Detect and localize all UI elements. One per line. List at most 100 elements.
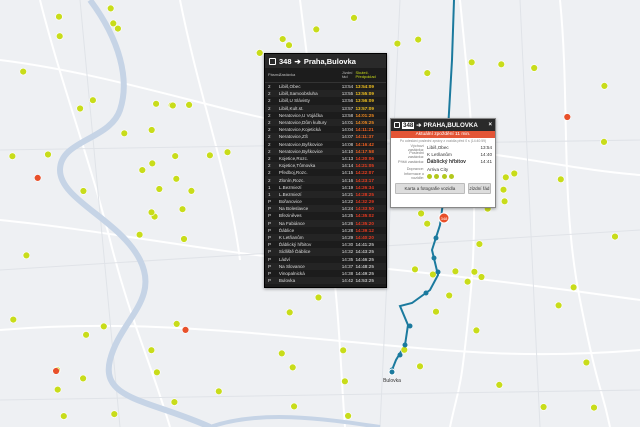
vehicle-marker[interactable] xyxy=(44,150,52,159)
vehicle-marker[interactable] xyxy=(223,148,232,156)
vehicle-marker[interactable] xyxy=(278,349,286,358)
vehicle-marker[interactable] xyxy=(8,152,17,160)
vehicle-marker[interactable] xyxy=(423,69,431,77)
vehicle-marker[interactable] xyxy=(539,403,548,411)
vehicle-marker[interactable] xyxy=(582,358,591,367)
vehicle-marker[interactable] xyxy=(148,159,157,168)
vehicle-marker[interactable] xyxy=(206,151,214,160)
vehicle-marker[interactable] xyxy=(411,265,419,273)
vehicle-marker[interactable] xyxy=(530,64,538,72)
vehicle-marker[interactable] xyxy=(152,100,160,108)
vehicle-marker[interactable] xyxy=(82,331,90,339)
vehicle-marker[interactable] xyxy=(500,197,509,206)
vehicle-marker[interactable] xyxy=(314,293,323,302)
vehicle-marker[interactable] xyxy=(169,101,177,110)
vehicle-marker[interactable] xyxy=(60,412,68,420)
vehicle-marker[interactable] xyxy=(563,113,571,121)
vehicle-marker[interactable] xyxy=(138,166,147,174)
vehicle-marker[interactable] xyxy=(350,14,358,22)
timetable-header: 348 ➔ Praha,Bulovka xyxy=(265,54,386,68)
vehicle-marker[interactable] xyxy=(502,173,510,182)
vehicle-marker[interactable] xyxy=(416,362,424,370)
vehicle-marker[interactable] xyxy=(79,187,88,195)
vehicle-marker[interactable] xyxy=(286,308,294,317)
vehicle-marker[interactable] xyxy=(445,291,453,300)
vehicle-marker[interactable] xyxy=(172,175,181,183)
close-icon[interactable]: × xyxy=(488,122,492,128)
vehicle-marker[interactable] xyxy=(557,175,565,184)
vehicle-marker[interactable] xyxy=(463,278,472,286)
vehicle-marker[interactable] xyxy=(153,368,161,376)
vehicle-marker[interactable] xyxy=(178,205,187,213)
row-actual: 14:26:34 xyxy=(355,184,374,190)
vehicle-marker[interactable] xyxy=(290,402,298,411)
vehicle-marker[interactable] xyxy=(215,387,223,395)
vehicle-marker[interactable] xyxy=(600,82,609,90)
vehicle-marker[interactable] xyxy=(33,174,42,182)
vehicle-marker[interactable] xyxy=(19,67,27,76)
vehicle-marker[interactable] xyxy=(470,268,479,276)
vehicle-marker[interactable] xyxy=(417,209,425,218)
vehicle-marker[interactable] xyxy=(180,235,188,243)
vehicle-marker[interactable] xyxy=(106,4,115,13)
vehicle-marker[interactable] xyxy=(497,60,505,69)
vehicle-marker[interactable] xyxy=(429,270,437,279)
vehicle-marker[interactable] xyxy=(451,267,460,275)
vehicle-marker[interactable] xyxy=(414,35,422,44)
vehicle-marker[interactable] xyxy=(341,377,349,385)
vehicle-marker[interactable] xyxy=(109,19,118,28)
vehicle-marker[interactable] xyxy=(569,283,578,291)
vehicle-marker[interactable] xyxy=(110,410,119,418)
vehicle-marker[interactable] xyxy=(181,326,190,334)
vehicle-marker[interactable] xyxy=(53,385,62,394)
vehicle-marker[interactable] xyxy=(554,301,563,310)
vehicle-marker[interactable] xyxy=(170,398,179,406)
vehicle-marker[interactable] xyxy=(55,32,64,40)
vehicle-marker[interactable] xyxy=(55,13,63,21)
vehicle-marker[interactable] xyxy=(76,104,84,113)
vehicle-marker[interactable] xyxy=(171,152,179,160)
vehicle-marker[interactable] xyxy=(600,138,608,146)
vehicle-marker[interactable] xyxy=(499,186,508,194)
vehicle-marker[interactable] xyxy=(173,320,181,328)
vehicle-photo-button[interactable]: Karta a fotografie vozidla xyxy=(395,182,465,194)
vehicle-marker[interactable] xyxy=(495,381,503,389)
current-vehicle-marker[interactable]: 348 xyxy=(438,212,450,224)
vehicle-marker[interactable] xyxy=(148,126,156,134)
vehicle-marker[interactable] xyxy=(279,35,287,43)
vehicle-marker[interactable] xyxy=(510,169,518,178)
vehicle-marker[interactable] xyxy=(256,49,264,57)
vehicle-marker[interactable] xyxy=(120,129,129,138)
vehicle-marker[interactable] xyxy=(611,232,619,241)
vehicle-marker[interactable] xyxy=(472,326,481,335)
vehicle-marker[interactable] xyxy=(147,346,156,354)
vehicle-marker[interactable] xyxy=(432,308,440,316)
vehicle-marker[interactable] xyxy=(155,185,164,193)
vehicle-marker[interactable] xyxy=(285,41,293,49)
vehicle-marker[interactable] xyxy=(147,208,156,217)
vehicle-marker[interactable] xyxy=(9,315,17,324)
schedule-button[interactable]: Jízdní řád xyxy=(467,182,491,194)
vehicle-marker[interactable] xyxy=(52,367,60,375)
vehicle-marker[interactable] xyxy=(135,231,144,239)
vehicle-marker[interactable] xyxy=(400,346,408,354)
vehicle-marker[interactable] xyxy=(185,101,193,109)
vehicle-marker[interactable] xyxy=(289,363,297,372)
vehicle-marker[interactable] xyxy=(100,322,108,331)
vehicle-marker[interactable] xyxy=(344,412,352,420)
vehicle-marker[interactable] xyxy=(475,240,484,248)
vehicle-marker[interactable] xyxy=(468,58,476,66)
vehicle-marker[interactable] xyxy=(187,187,196,195)
vehicle-marker[interactable] xyxy=(423,220,431,228)
timetable-row: P Na Slovance 14:37 14:48:25 xyxy=(265,262,386,270)
vehicle-marker[interactable] xyxy=(89,96,97,104)
timetable-row: P Bulovka 14:42 14:53:25 xyxy=(265,277,386,285)
vehicle-marker[interactable] xyxy=(312,25,320,34)
vehicle-marker[interactable] xyxy=(22,251,31,260)
vehicle-marker[interactable] xyxy=(590,403,598,412)
vehicle-marker[interactable] xyxy=(79,374,87,383)
vehicle-marker[interactable] xyxy=(477,273,486,281)
vehicle-marker[interactable] xyxy=(393,39,402,48)
vehicle-marker[interactable] xyxy=(339,346,347,354)
row-zone: 2 xyxy=(268,134,271,140)
